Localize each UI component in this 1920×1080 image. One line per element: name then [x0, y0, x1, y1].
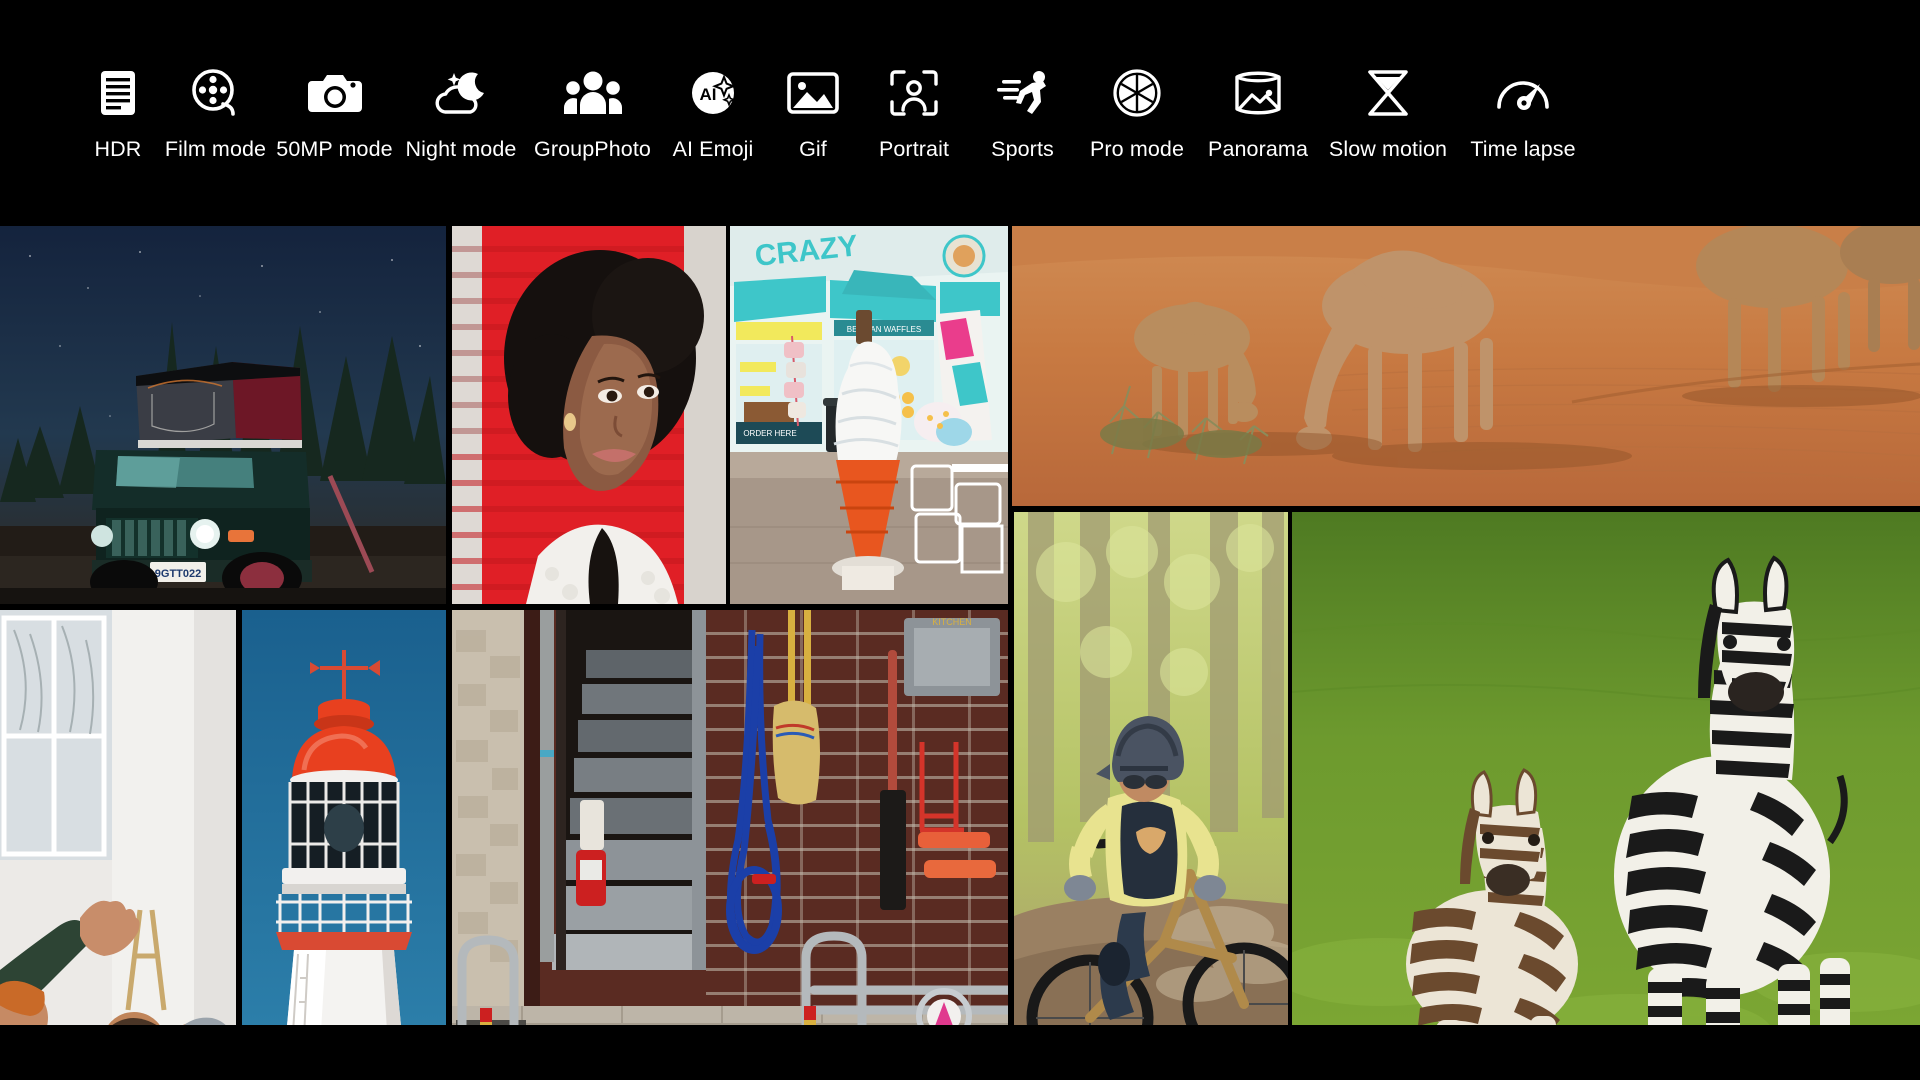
mode-item-groupphoto[interactable]: GroupPhoto [526, 62, 659, 161]
photo-jeep-night-camping[interactable]: 9GTT022 [0, 226, 446, 604]
aperture-icon [1112, 62, 1162, 124]
mode-item-gif[interactable]: Gif [767, 62, 859, 161]
svg-text:9GTT022: 9GTT022 [155, 568, 201, 580]
mode-label: Pro mode [1090, 139, 1184, 161]
photo-camels-desert[interactable] [1012, 226, 1920, 506]
mode-label: Sports [991, 139, 1054, 161]
film-reel-icon [191, 62, 241, 124]
portrait-frame-icon [889, 62, 939, 124]
mode-label: Time lapse [1470, 139, 1575, 161]
mode-item-night-mode[interactable]: Night mode [396, 62, 526, 161]
mode-item-pro-mode[interactable]: Pro mode [1076, 62, 1198, 161]
mode-label: HDR [95, 139, 142, 161]
photo-mountain-biker[interactable] [1014, 512, 1288, 1080]
camera-mode-bar: HDR Film mode 50MP mode [0, 0, 1920, 226]
photo-street-stairs-brick[interactable]: KITCHEN [452, 610, 1008, 1080]
photo-lighthouse[interactable] [242, 610, 446, 1080]
panorama-icon [1233, 62, 1283, 124]
mode-item-panorama[interactable]: Panorama [1198, 62, 1318, 161]
mode-label: AI Emoji [673, 139, 754, 161]
ai-sparkle-icon: AI [689, 62, 737, 124]
mode-item-film-mode[interactable]: Film mode [158, 62, 273, 161]
mode-item-time-lapse[interactable]: Time lapse [1458, 62, 1588, 161]
mode-label: Slow motion [1329, 139, 1447, 161]
mode-item-50mp-mode[interactable]: 50MP mode [273, 62, 396, 161]
mode-label: Film mode [165, 139, 266, 161]
mode-item-slow-motion[interactable]: Slow motion [1318, 62, 1458, 161]
group-people-icon [564, 62, 622, 124]
mode-label: Gif [799, 139, 827, 161]
running-person-icon [994, 62, 1052, 124]
photo-zebras[interactable] [1292, 512, 1920, 1080]
svg-text:ORDER HERE: ORDER HERE [743, 429, 796, 438]
photo-portrait-woman-red-backdrop[interactable] [452, 226, 726, 604]
hourglass-icon [1365, 62, 1411, 124]
mode-item-hdr[interactable]: HDR [78, 62, 158, 161]
mode-item-ai-emoji[interactable]: AI AI Emoji [659, 62, 767, 161]
bottom-black-padding [0, 1025, 1920, 1080]
photo-friends-high-five[interactable] [0, 610, 236, 1080]
svg-text:AI: AI [700, 85, 717, 104]
photo-gallery-grid: 9GTT022 [0, 226, 1920, 1080]
hdr-icon [97, 62, 139, 124]
speedometer-icon [1495, 62, 1551, 124]
svg-text:KITCHEN: KITCHEN [932, 617, 972, 627]
photo-icecream-stand[interactable]: CRAZY BELGIAN WAFFLES [730, 226, 1008, 604]
mode-item-portrait[interactable]: Portrait [859, 62, 969, 161]
mode-label: GroupPhoto [534, 139, 651, 161]
mode-label: Portrait [879, 139, 949, 161]
picture-icon [787, 62, 839, 124]
camera-icon [308, 62, 362, 124]
mode-label: Panorama [1208, 139, 1308, 161]
mode-label: Night mode [406, 139, 517, 161]
mode-item-sports[interactable]: Sports [969, 62, 1076, 161]
moon-cloud-icon [432, 62, 490, 124]
mode-label: 50MP mode [276, 139, 392, 161]
